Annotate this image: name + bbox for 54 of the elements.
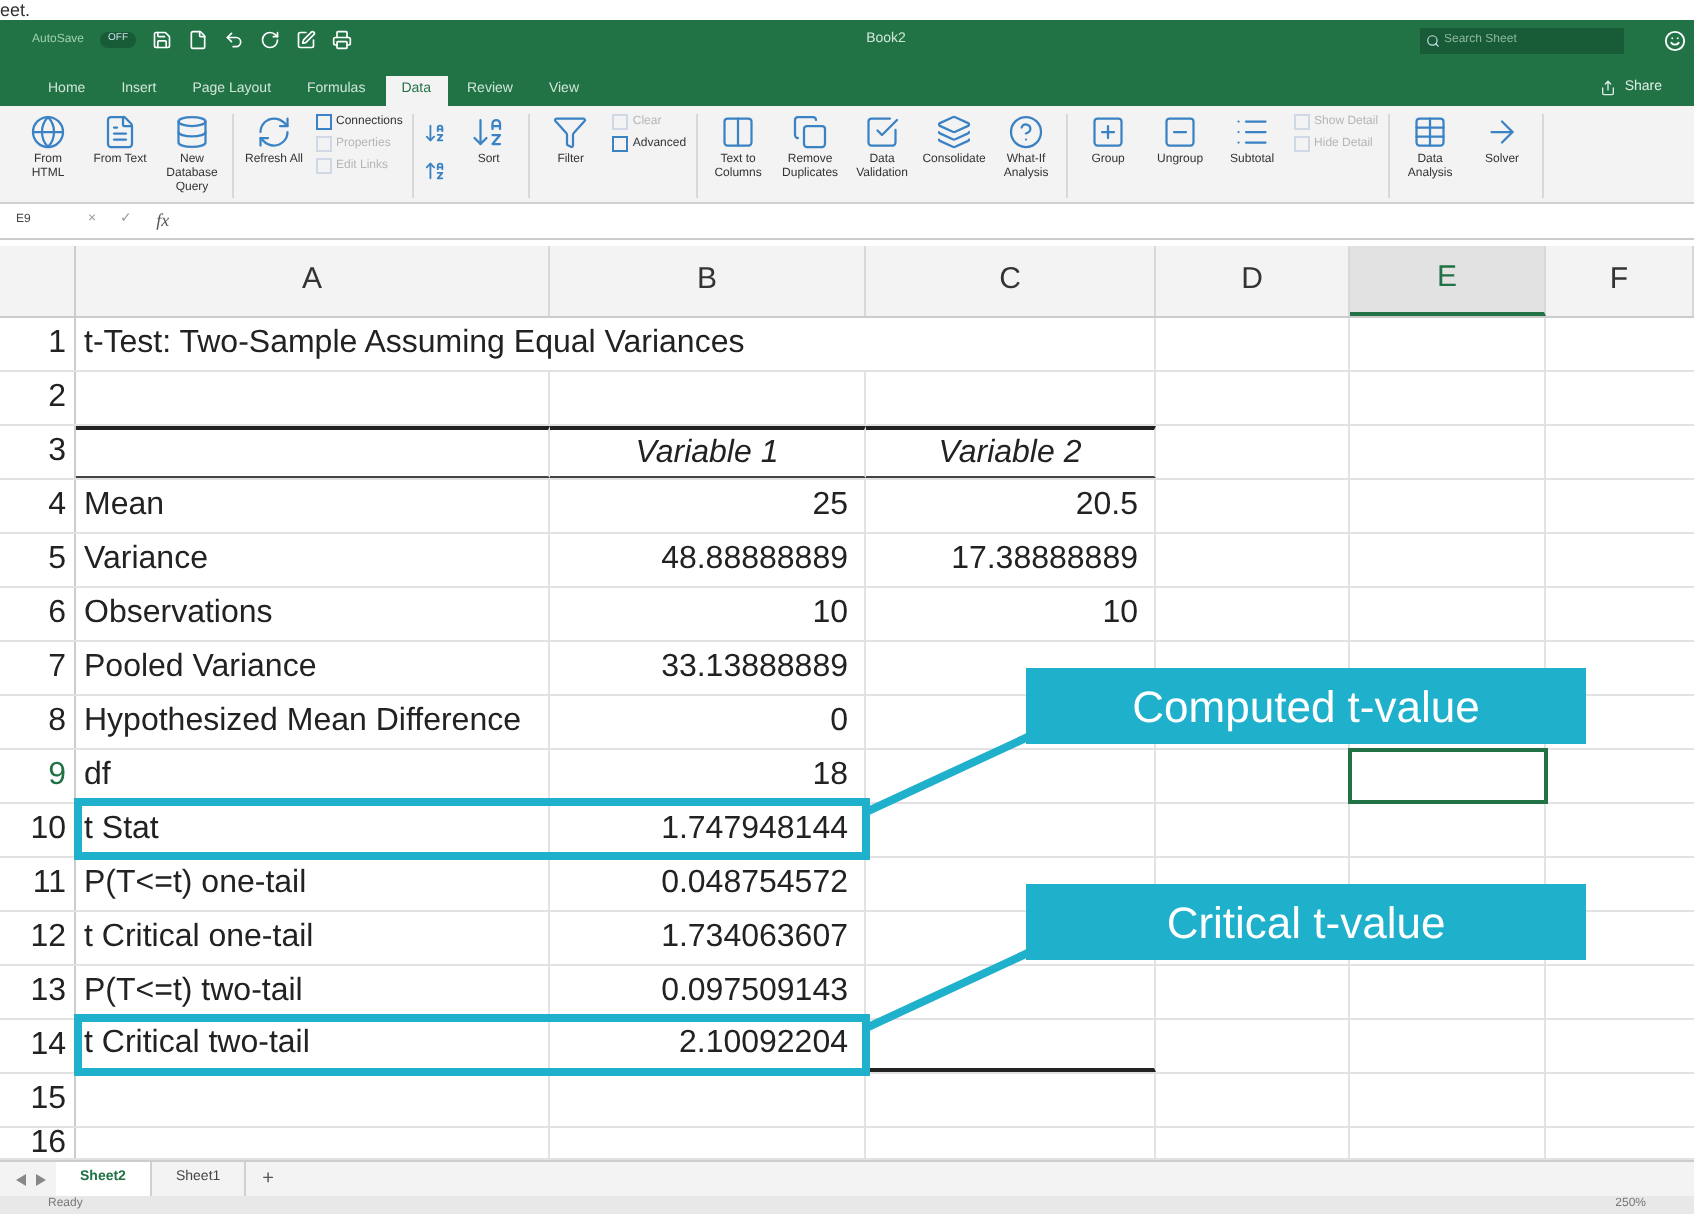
add-sheet-button[interactable]: +	[246, 1164, 290, 1194]
row-header[interactable]: 2	[0, 372, 76, 424]
table-cell: t Critical one-tail	[76, 912, 550, 964]
table-cell: Variance	[76, 534, 550, 586]
table-cell: t Stat	[76, 804, 550, 856]
row-header[interactable]: 10	[0, 804, 76, 856]
table-cell: 17.38888889	[866, 534, 1156, 586]
table-cell: 20.5	[866, 480, 1156, 532]
row-header[interactable]: 9	[0, 750, 76, 802]
table-cell: 10	[550, 588, 866, 640]
table-cell: P(T<=t) two-tail	[76, 966, 550, 1018]
table-cell: Mean	[76, 480, 550, 532]
table-cell: 0.048754572	[550, 858, 866, 910]
table-cell: Observations	[76, 588, 550, 640]
table-cell: 25	[550, 480, 866, 532]
callout-label: Computed t-value	[1026, 668, 1586, 744]
row-header[interactable]: 6	[0, 588, 76, 640]
row-header[interactable]: 4	[0, 480, 76, 532]
row-header[interactable]: 16	[0, 1128, 76, 1158]
row-header[interactable]: 12	[0, 912, 76, 964]
table-cell: 0.097509143	[550, 966, 866, 1018]
column-header[interactable]: B	[550, 246, 866, 316]
table-cell: 1.734063607	[550, 912, 866, 964]
table-cell: 0	[550, 696, 866, 748]
column-header[interactable]: F	[1546, 246, 1694, 316]
table-cell: 48.88888889	[550, 534, 866, 586]
table-cell: t Critical two-tail	[76, 1020, 550, 1072]
row-header[interactable]: 8	[0, 696, 76, 748]
function-button[interactable]: fx	[156, 207, 170, 235]
column-header[interactable]: C	[866, 246, 1156, 316]
column-header[interactable]: A	[76, 246, 550, 316]
table-cell: 33.13888889	[550, 642, 866, 694]
table-cell: Pooled Variance	[76, 642, 550, 694]
row-header[interactable]: 15	[0, 1074, 76, 1126]
row-header[interactable]: 3	[0, 426, 76, 478]
row-header[interactable]: 14	[0, 1020, 76, 1072]
table-cell: Variable 2	[866, 426, 1156, 478]
row-header[interactable]: 7	[0, 642, 76, 694]
row-header[interactable]: 5	[0, 534, 76, 586]
table-cell: 1.747948144	[550, 804, 866, 856]
table-cell: Variable 1	[550, 426, 866, 478]
table-cell: 2.10092204	[550, 1020, 866, 1072]
row-header[interactable]: 11	[0, 858, 76, 910]
callout-label: Critical t-value	[1026, 884, 1586, 960]
row-header[interactable]: 13	[0, 966, 76, 1018]
table-cell: 10	[866, 588, 1156, 640]
table-cell: df	[76, 750, 550, 802]
table-cell: Hypothesized Mean Difference	[76, 696, 550, 748]
column-header[interactable]: E	[1350, 246, 1546, 316]
table-cell: 18	[550, 750, 866, 802]
table-cell: P(T<=t) one-tail	[76, 858, 550, 910]
page-caption: eet.	[0, 0, 33, 20]
row-header[interactable]: 1	[0, 318, 76, 370]
table-cell: t-Test: Two-Sample Assuming Equal Variances	[76, 318, 1156, 370]
